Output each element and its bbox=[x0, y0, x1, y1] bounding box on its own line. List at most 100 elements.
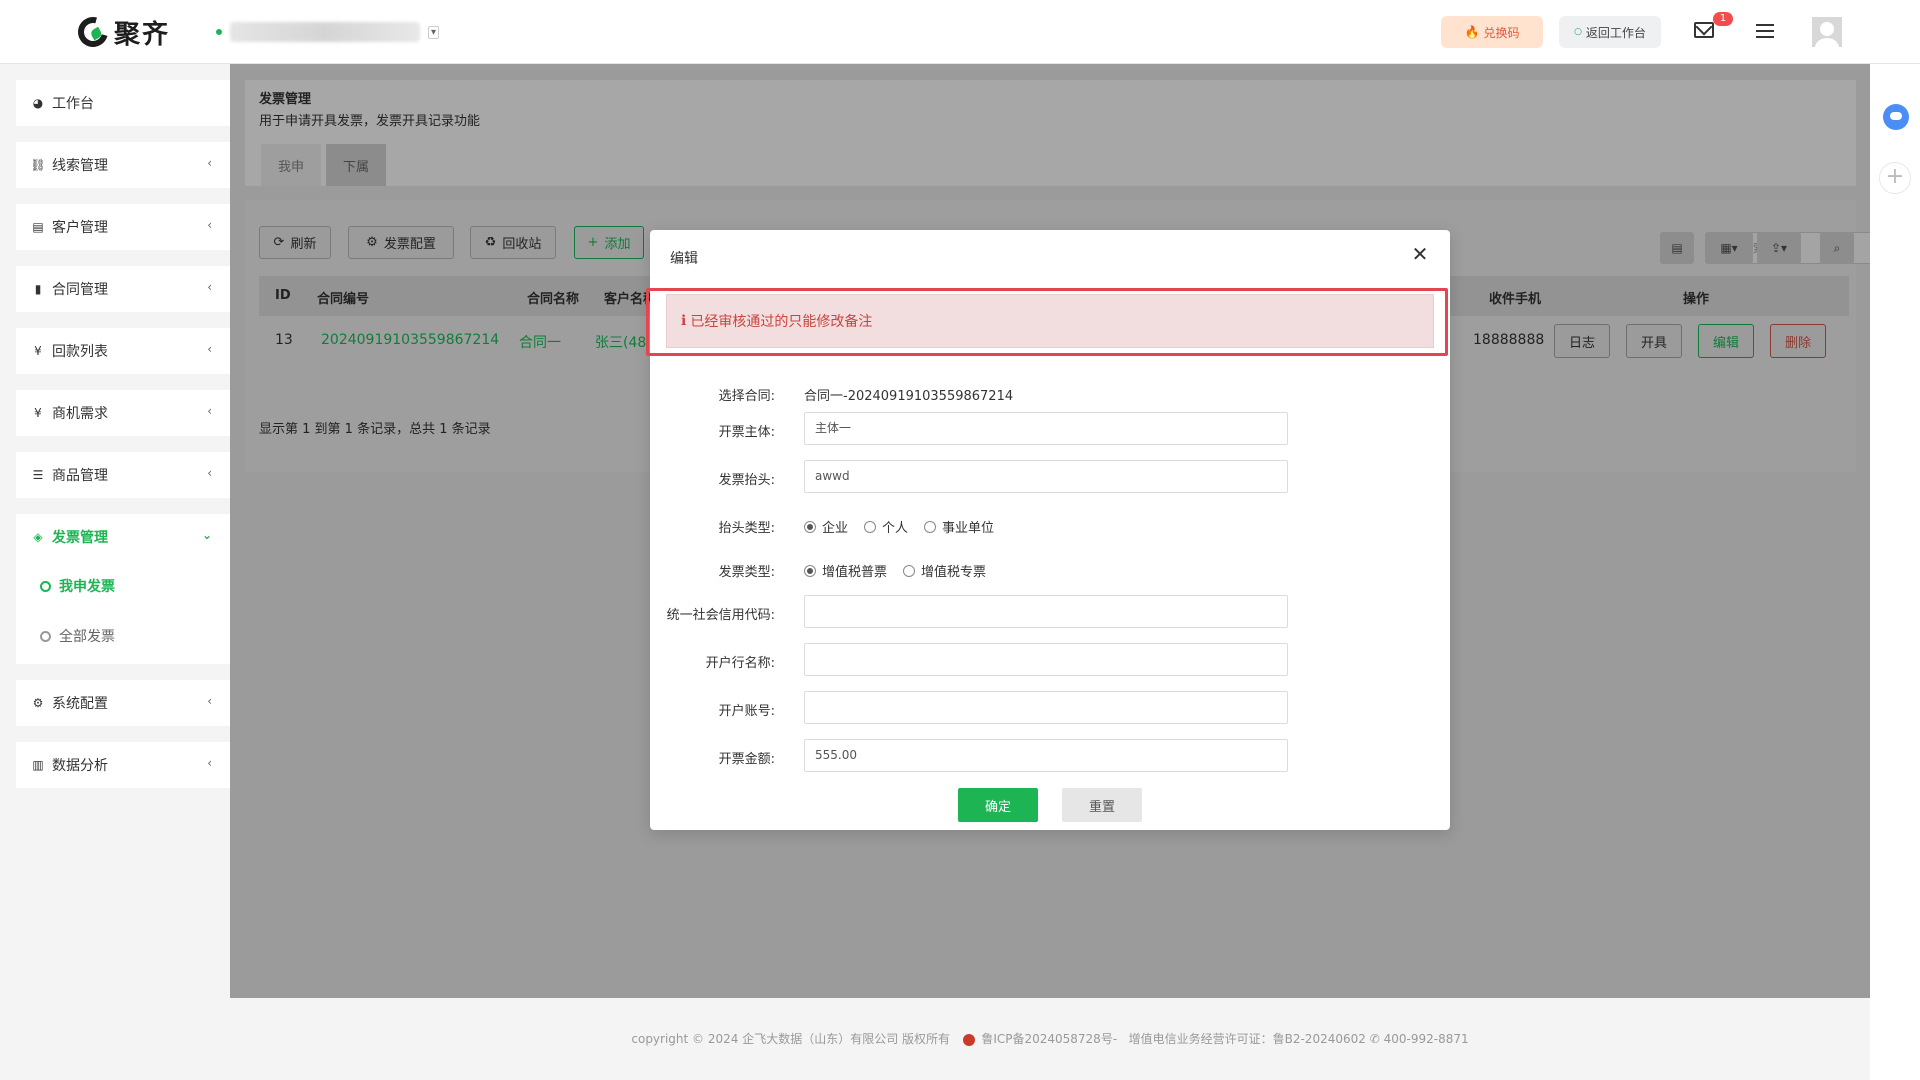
user-avatar[interactable] bbox=[1812, 17, 1842, 47]
mail-count-badge: 1 bbox=[1713, 12, 1733, 26]
form-row-contract: 选择合同: 合同一-20240919103559867214 bbox=[650, 376, 1450, 410]
phone-icon: ✆ bbox=[1369, 1032, 1380, 1046]
close-icon[interactable]: ✕ bbox=[1410, 244, 1430, 264]
footer: copyright © 2024 企飞大数据（山东）有限公司 版权所有 鲁ICP… bbox=[230, 998, 1870, 1080]
submenu-item-all-invoices[interactable]: 全部发票 bbox=[40, 626, 115, 646]
form-row-amount: 开票金额: 555.00 bbox=[650, 739, 1450, 773]
chevron-left-icon: ‹ bbox=[207, 280, 212, 294]
log-button[interactable]: 日志 bbox=[1554, 324, 1610, 358]
export-icon[interactable]: ⇪▾ bbox=[1757, 232, 1801, 264]
issue-button[interactable]: 开具 bbox=[1626, 324, 1682, 358]
refresh-icon: ⟳ bbox=[273, 235, 285, 250]
credit-code-input[interactable] bbox=[804, 595, 1288, 628]
cell-contract-no[interactable]: 20240919103559867214 bbox=[321, 332, 499, 348]
recycle-bin-button[interactable]: ♻ 回收站 bbox=[470, 226, 556, 259]
search-icon[interactable]: ⌕ bbox=[1820, 232, 1854, 264]
hamburger-menu-icon[interactable] bbox=[1756, 22, 1774, 40]
column-header-contract-no: 合同编号 bbox=[317, 292, 370, 307]
caret-down-icon[interactable]: ▾ bbox=[428, 25, 440, 39]
circle-icon bbox=[40, 580, 51, 592]
radio-enterprise[interactable]: 企业 bbox=[804, 517, 848, 536]
tab-mine[interactable]: 我申 bbox=[261, 144, 321, 186]
column-header-id: ID bbox=[275, 288, 291, 303]
sidebar-item-customers[interactable]: ▤ 客户管理 ‹ bbox=[16, 204, 230, 250]
bar-chart-icon: ▥ bbox=[32, 758, 44, 772]
yen-icon: ¥ bbox=[34, 344, 42, 358]
confirm-button[interactable]: 确定 bbox=[958, 788, 1038, 822]
police-badge-icon bbox=[963, 1033, 976, 1046]
radio-vat-special[interactable]: 增值税专票 bbox=[903, 561, 986, 580]
form-row-invoice-header: 发票抬头: awwd bbox=[650, 460, 1450, 494]
edit-button[interactable]: 编辑 bbox=[1698, 324, 1754, 358]
bank-account-input[interactable] bbox=[804, 691, 1288, 724]
invoice-type-radio-group: 增值税普票 增值税专票 bbox=[804, 561, 986, 580]
page-description: 用于申请开具发票，发票开具记录功能 bbox=[259, 114, 481, 129]
back-to-workbench-button[interactable]: ○ 返回工作台 bbox=[1559, 16, 1661, 48]
radio-institution[interactable]: 事业单位 bbox=[924, 517, 994, 536]
chevron-down-icon: ⌄ bbox=[201, 528, 212, 542]
footer-license: 增值电信业务经营许可证：鲁B2-20240602 bbox=[1128, 1032, 1366, 1046]
chat-assistant-icon[interactable] bbox=[1883, 104, 1909, 130]
org-switcher[interactable]: ▾ bbox=[216, 22, 440, 42]
grid-view-icon[interactable]: ▦▾ bbox=[1705, 232, 1753, 264]
sidebar-item-workbench[interactable]: ◕ 工作台 bbox=[16, 80, 230, 126]
sidebar-item-opportunities[interactable]: ¥ 商机需求 ‹ bbox=[16, 390, 230, 436]
issuer-input[interactable]: 主体一 bbox=[804, 412, 1288, 445]
chevron-left-icon: ‹ bbox=[207, 404, 212, 418]
brand-logo[interactable]: 聚齐 bbox=[72, 11, 171, 53]
list-icon: ☰ bbox=[32, 468, 44, 482]
cell-id: 13 bbox=[275, 332, 293, 348]
invoice-header-input[interactable]: awwd bbox=[804, 460, 1288, 493]
chevron-left-icon: ‹ bbox=[207, 466, 212, 480]
sidebar-item-contracts[interactable]: ▮ 合同管理 ‹ bbox=[16, 266, 230, 312]
tab-subordinates[interactable]: 下属 bbox=[326, 144, 386, 186]
sidebar-item-system-config[interactable]: ⚙ 系统配置 ‹ bbox=[16, 680, 230, 726]
radio-individual[interactable]: 个人 bbox=[864, 517, 908, 536]
page-title: 发票管理 bbox=[259, 92, 312, 107]
form-row-header-type: 抬头类型: 企业 个人 事业单位 bbox=[650, 508, 1450, 542]
dashboard-icon: ◕ bbox=[32, 96, 44, 110]
amount-input[interactable]: 555.00 bbox=[804, 739, 1288, 772]
redeem-code-button[interactable]: 🔥 兑换码 bbox=[1441, 16, 1543, 48]
search-icon: ○ bbox=[1574, 27, 1582, 37]
top-bar: 聚齐 ▾ 🔥 兑换码 ○ 返回工作台 1 bbox=[0, 0, 1920, 64]
sidebar-item-payments[interactable]: ¥ 回款列表 ‹ bbox=[16, 328, 230, 374]
mail-icon[interactable] bbox=[1694, 22, 1714, 38]
logo-icon bbox=[72, 11, 114, 53]
sidebar-item-invoices[interactable]: ◈ 发票管理 ⌄ bbox=[16, 514, 230, 560]
form-row-issuer: 开票主体: 主体一 bbox=[650, 412, 1450, 446]
contract-value: 合同一-20240919103559867214 bbox=[804, 389, 1014, 404]
edit-invoice-modal: 编辑 ✕ ℹ 已经审核通过的只能修改备注 选择合同: 合同一-202409191… bbox=[646, 230, 1450, 830]
sidebar-item-data-analysis[interactable]: ▥ 数据分析 ‹ bbox=[16, 742, 230, 788]
plus-icon[interactable]: + bbox=[1879, 162, 1911, 194]
chevron-left-icon: ‹ bbox=[207, 342, 212, 356]
column-header-phone: 收件手机 bbox=[1489, 292, 1542, 307]
tag-icon: ◈ bbox=[33, 530, 43, 544]
columns-toggle-icon[interactable]: ▤ bbox=[1660, 232, 1694, 264]
reset-button[interactable]: 重置 bbox=[1062, 788, 1142, 822]
recycle-icon: ♻ bbox=[484, 235, 497, 250]
yen-icon: ¥ bbox=[34, 406, 42, 420]
footer-icp[interactable]: 鲁ICP备2024058728号- bbox=[981, 1032, 1117, 1046]
form-row-bank-account: 开户账号: bbox=[650, 691, 1450, 725]
fire-icon: 🔥 bbox=[1464, 25, 1480, 39]
delete-button[interactable]: 删除 bbox=[1770, 324, 1826, 358]
bank-name-input[interactable] bbox=[804, 643, 1288, 676]
right-rail: + bbox=[1870, 64, 1920, 1080]
cell-contract-name[interactable]: 合同一 bbox=[519, 332, 561, 352]
circle-icon bbox=[40, 630, 51, 642]
invoice-config-button[interactable]: ⚙ 发票配置 bbox=[348, 226, 454, 259]
add-button[interactable]: + 添加 bbox=[574, 226, 644, 259]
refresh-button[interactable]: ⟳ 刷新 bbox=[259, 226, 331, 259]
submenu-item-my-invoices[interactable]: 我申发票 bbox=[40, 576, 115, 596]
radio-checked-icon bbox=[804, 564, 816, 577]
link-icon: ⛓ bbox=[30, 158, 46, 172]
brand-name: 聚齐 bbox=[114, 19, 171, 50]
cell-customer[interactable]: 张三(48 bbox=[595, 332, 646, 352]
sidebar-item-leads[interactable]: ⛓ 线索管理 ‹ bbox=[16, 142, 230, 188]
footer-copyright: copyright © 2024 企飞大数据（山东）有限公司 版权所有 bbox=[631, 1032, 951, 1046]
sidebar-item-products[interactable]: ☰ 商品管理 ‹ bbox=[16, 452, 230, 498]
bookmark-icon: ▮ bbox=[34, 282, 42, 296]
org-name-blurred bbox=[230, 22, 420, 42]
radio-vat-normal[interactable]: 增值税普票 bbox=[804, 561, 887, 580]
